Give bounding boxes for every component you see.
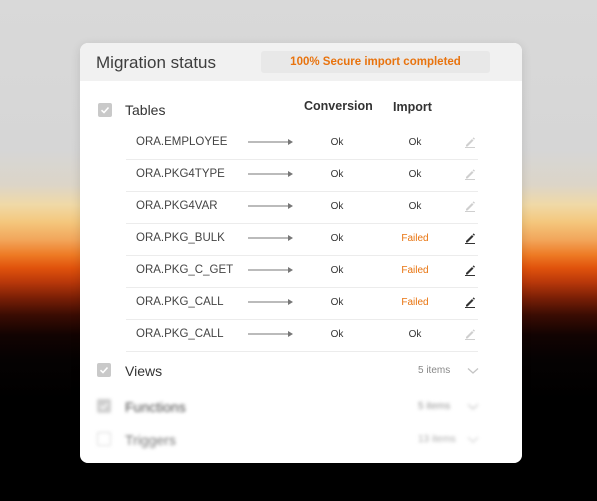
conversion-status: Ok [330,329,344,340]
pencil-icon[interactable] [464,200,476,212]
conversion-status: Ok [330,233,344,244]
section-label: Triggers [125,432,176,448]
section-label: Functions [125,399,186,415]
checkmark-icon [99,402,109,410]
section-row-synonyms[interactable]: Synonyms5 items [80,458,522,463]
import-status: Ok [408,201,422,212]
table-row: ORA.PKG_CALL Ok Failed [126,287,478,320]
arrow-right-icon [248,299,293,305]
import-status: Ok [408,329,422,340]
item-count: 5 items [418,365,451,376]
item-count: 13 items [418,434,456,445]
status-banner: 100% Secure import completed [261,51,490,73]
section-label: Views [125,363,163,379]
import-status: Ok [408,137,422,148]
card-header: Migration status 100% Secure import comp… [80,43,522,81]
arrow-right-icon [248,267,293,273]
conversion-status: Ok [330,265,344,276]
import-status: Failed [401,233,429,244]
section-row-triggers[interactable]: Triggers 13 items [80,425,522,457]
tables-checkbox[interactable] [98,103,112,117]
section-checkbox[interactable] [97,363,111,377]
object-name: ORA.PKG_CALL [136,328,224,340]
section-label-tables: Tables [125,102,166,118]
pencil-icon[interactable] [464,296,476,308]
conversion-status: Ok [330,137,344,148]
arrow-right-icon [248,235,293,241]
import-status: Ok [408,169,422,180]
table-row: ORA.EMPLOYEE Ok Ok [126,127,478,160]
chevron-down-icon[interactable] [467,403,479,411]
section-checkbox[interactable] [97,432,111,446]
object-name: ORA.PKG_CALL [136,296,224,308]
arrow-right-icon [248,139,293,145]
arrow-right-icon [248,203,293,209]
table-row: ORA.PKG_C_GET Ok Failed [126,255,478,288]
conversion-status: Ok [330,169,344,180]
table-row: ORA.PKG_CALL Ok Ok [126,319,478,352]
chevron-down-icon[interactable] [467,436,479,444]
column-header-conversion: Conversion [304,99,373,113]
table-row: ORA.PKG4VAR Ok Ok [126,191,478,224]
chevron-down-icon[interactable] [467,367,479,375]
checkmark-icon [100,106,110,114]
import-status: Failed [401,265,429,276]
object-name: ORA.EMPLOYEE [136,136,228,148]
section-row-functions[interactable]: Functions 5 items [80,392,522,424]
column-header-import: Import [393,100,432,114]
conversion-status: Ok [330,201,344,212]
card-title: Migration status [96,53,216,72]
arrow-right-icon [248,171,293,177]
pencil-icon[interactable] [464,168,476,180]
import-status: Failed [401,297,429,308]
pencil-icon[interactable] [464,264,476,276]
checkmark-icon [99,366,109,374]
object-name: ORA.PKG4TYPE [136,168,225,180]
table-row: ORA.PKG_BULK Ok Failed [126,223,478,256]
section-row-views[interactable]: Views 5 items [80,356,522,388]
item-count: 5 items [418,401,451,412]
migration-status-card: Migration status 100% Secure import comp… [80,43,522,463]
object-name: ORA.PKG4VAR [136,200,218,212]
conversion-status: Ok [330,297,344,308]
object-name: ORA.PKG_C_GET [136,264,234,276]
pencil-icon[interactable] [464,328,476,340]
section-checkbox[interactable] [97,399,111,413]
arrow-right-icon [248,331,293,337]
object-name: ORA.PKG_BULK [136,232,225,244]
pencil-icon[interactable] [464,232,476,244]
table-row: ORA.PKG4TYPE Ok Ok [126,159,478,192]
pencil-icon[interactable] [464,136,476,148]
